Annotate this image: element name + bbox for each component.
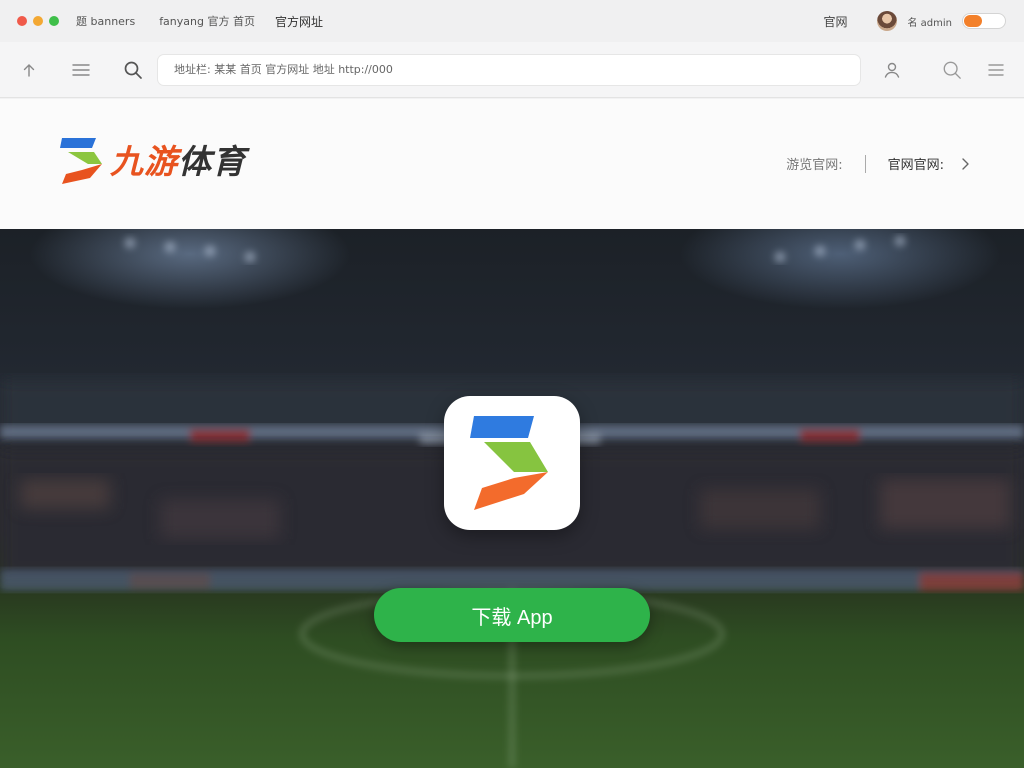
official-site-link[interactable]: 官网 [823, 13, 847, 30]
app-logo-icon [470, 416, 548, 510]
tab-3[interactable]: 官方网址 [275, 13, 323, 30]
link-divider [864, 154, 866, 173]
logo-text-primary: 九游 [110, 142, 178, 181]
user-name: 名 admin [907, 17, 952, 29]
backup-site-link[interactable]: 游览官网: [786, 154, 842, 173]
site-logo[interactable]: 九游体育 [58, 134, 246, 184]
logo-text: 九游体育 [110, 135, 246, 183]
window-controls [17, 16, 59, 26]
tab-2[interactable]: fanyang 官方 首页 [159, 13, 255, 29]
avatar[interactable] [877, 11, 898, 31]
tab-1[interactable]: 题 banners [76, 13, 135, 29]
menu-icon[interactable] [71, 60, 91, 80]
chevron-right-icon[interactable] [960, 157, 970, 171]
address-bar[interactable]: 地址栏: 某某 首页 官方网址 地址 http://000 [157, 54, 861, 86]
official-site-link[interactable]: 官网官网: [888, 154, 944, 173]
theme-toggle[interactable] [962, 13, 1006, 29]
user-icon[interactable] [882, 60, 902, 80]
minimize-window-button[interactable] [33, 16, 43, 26]
toggle-knob [964, 15, 982, 27]
search-icon[interactable] [123, 60, 143, 80]
close-window-button[interactable] [17, 16, 27, 26]
list-icon[interactable] [986, 60, 1006, 80]
logo-text-secondary: 体育 [178, 142, 246, 181]
search-icon[interactable] [942, 60, 962, 80]
app-icon[interactable] [444, 396, 580, 530]
download-app-button[interactable]: 下载 App [374, 588, 650, 642]
maximize-window-button[interactable] [49, 16, 59, 26]
browser-toolbar: 地址栏: 某某 首页 官方网址 地址 http://000 [0, 42, 1024, 98]
logo-mark-icon [60, 138, 102, 184]
window-titlebar: 题 banners fanyang 官方 首页 官方网址 官网 名 admin [0, 0, 1024, 42]
header-links: 游览官网: 官网官网: [786, 154, 970, 173]
hero-banner: 下载 App [0, 229, 1024, 768]
upload-icon[interactable] [19, 60, 39, 80]
titlebar-right: 官网 名 admin [823, 0, 1006, 42]
